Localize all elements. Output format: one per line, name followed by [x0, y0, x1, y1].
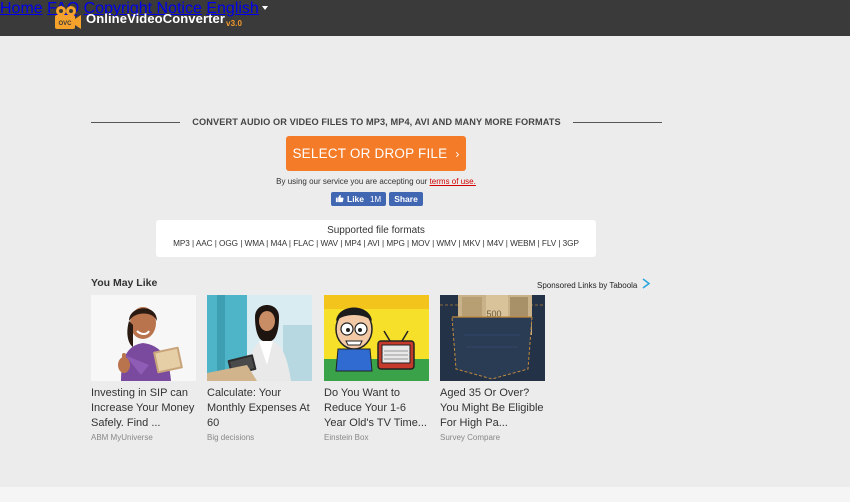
- card-source: Big decisions: [207, 433, 255, 442]
- sponsored-links-label[interactable]: Sponsored Links by Taboola: [537, 278, 651, 292]
- taboola-icon: [641, 278, 651, 292]
- you-may-like-heading: You May Like: [91, 277, 158, 289]
- nav-home-link[interactable]: Home: [0, 0, 43, 17]
- card-source: Einstein Box: [324, 433, 369, 442]
- recommendation-card[interactable]: Investing in SIP can Increase Your Money…: [91, 295, 196, 442]
- select-file-label: SELECT OR DROP FILE: [292, 146, 448, 161]
- card-image-woman-laptop: [207, 295, 312, 381]
- select-file-button[interactable]: SELECT OR DROP FILE ›: [286, 136, 466, 171]
- top-navbar: OVC OnlineVideoConverter v3.0 Home FAQ C…: [0, 0, 850, 36]
- divider-right: [572, 121, 662, 123]
- chevron-right-icon: ›: [455, 146, 460, 161]
- card-source: ABM MyUniverse: [91, 433, 153, 442]
- convert-heading-row: CONVERT AUDIO OR VIDEO FILES TO MP3, MP4…: [91, 116, 662, 128]
- site-logo[interactable]: OVC Online Video Converter v3.0: [54, 5, 242, 31]
- like-count: 1M: [370, 194, 382, 204]
- recommendation-card[interactable]: Calculate: Your Monthly Expenses At 60 B…: [207, 295, 312, 442]
- formats-list: MP3 | AAC | OGG | WMA | M4A | FLAC | WAV…: [173, 239, 579, 248]
- convert-heading: CONVERT AUDIO OR VIDEO FILES TO MP3, MP4…: [192, 117, 561, 127]
- sponsored-text: Sponsored Links by Taboola: [537, 280, 638, 290]
- card-image-woman-reading: [91, 295, 196, 381]
- card-source: Survey Compare: [440, 433, 501, 442]
- recommendation-card[interactable]: 500 Aged 35 Or Over? You Might Be Eligib…: [440, 295, 545, 442]
- formats-title: Supported file formats: [327, 225, 425, 236]
- logo-text: Online Video Converter v3.0: [86, 10, 243, 28]
- card-title[interactable]: Do You Want to Reduce Your 1-6 Year Old'…: [324, 386, 429, 431]
- supported-formats-box: Supported file formats MP3 | AAC | OGG |…: [156, 220, 596, 257]
- card-image-cartoon-tv: [324, 295, 429, 381]
- film-camera-icon: OVC: [54, 5, 82, 31]
- card-title[interactable]: Calculate: Your Monthly Expenses At 60: [207, 386, 312, 431]
- logo-version: v3.0: [226, 18, 243, 28]
- thumbs-up-icon: [335, 194, 344, 205]
- card-title[interactable]: Aged 35 Or Over? You Might Be Eligible F…: [440, 386, 545, 431]
- card-title[interactable]: Investing in SIP can Increase Your Money…: [91, 386, 196, 431]
- divider-left: [91, 121, 181, 123]
- card-image-jeans-pocket-money: 500: [440, 295, 545, 381]
- facebook-like-button[interactable]: Like 1M: [331, 192, 386, 206]
- terms-text: By using our service you are accepting o…: [276, 177, 430, 186]
- caret-down-icon: [261, 5, 268, 10]
- facebook-share-button[interactable]: Share: [389, 192, 423, 206]
- terms-notice: By using our service you are accepting o…: [0, 177, 752, 186]
- recommendation-card[interactable]: Do You Want to Reduce Your 1-6 Year Old'…: [324, 295, 429, 442]
- facebook-buttons: Like 1M Share: [331, 192, 423, 206]
- like-label: Like: [347, 194, 365, 204]
- svg-text:OVC: OVC: [58, 21, 72, 27]
- terms-of-use-link[interactable]: terms of use.: [430, 177, 476, 186]
- footer-strip: [0, 487, 850, 502]
